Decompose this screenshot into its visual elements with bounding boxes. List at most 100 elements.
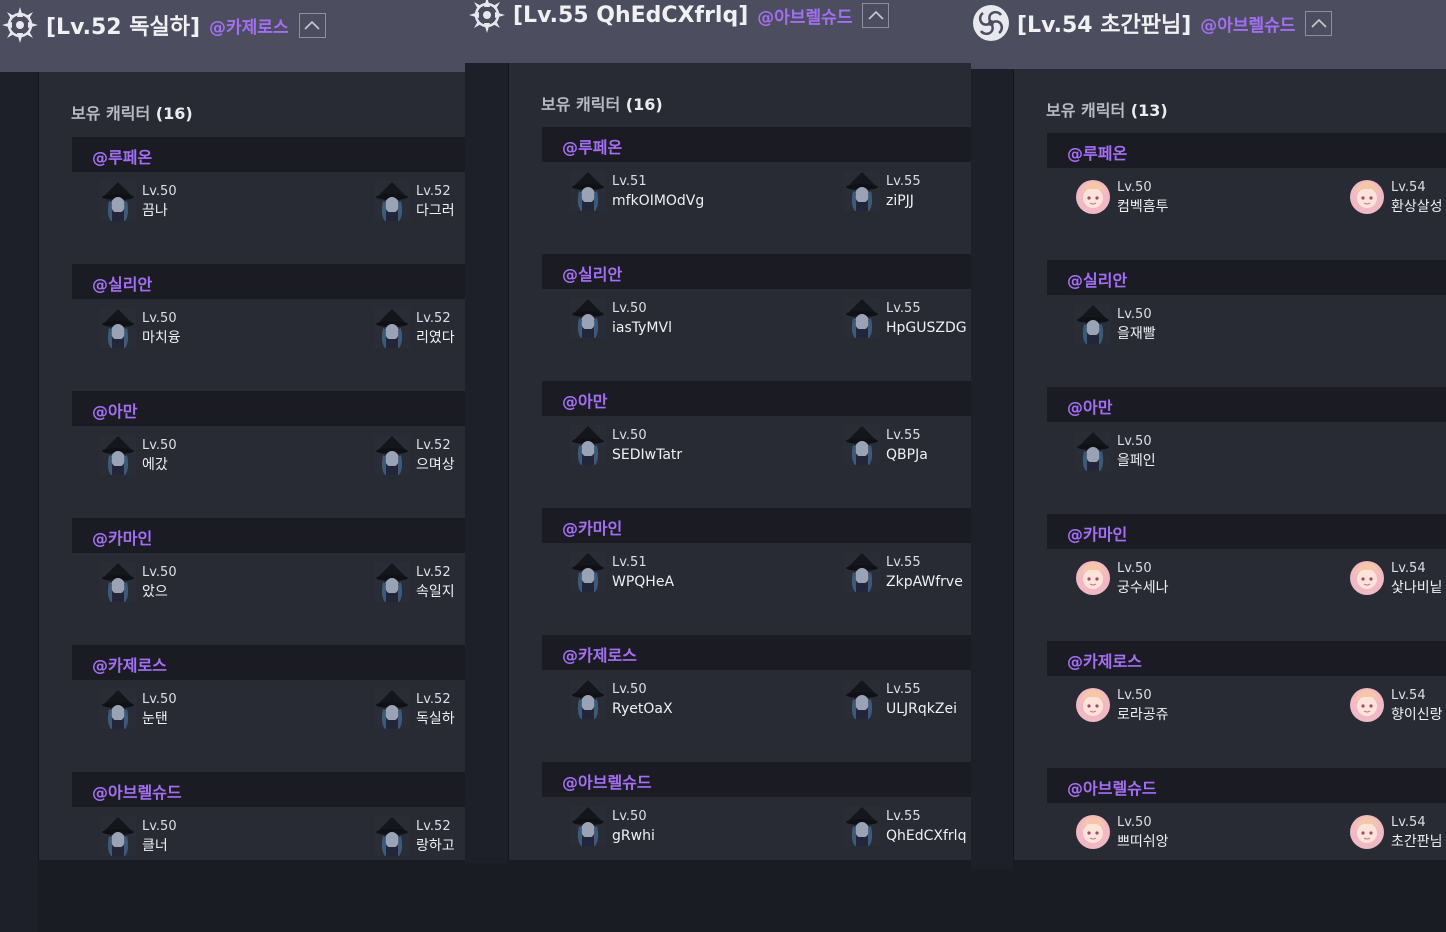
character-name: gRwhi: [612, 828, 655, 844]
profile-screenshot-1: [Lv.52 독실하] @카제로스 보유 캐릭터 (16) @루페온 Lv.50 끔…: [0, 0, 466, 932]
server-link[interactable]: @카제로스: [209, 13, 289, 38]
character-level: Lv.52: [416, 819, 451, 834]
character-card[interactable]: Lv.50 RyetOaX: [570, 679, 673, 719]
hooded-witch-avatar: [100, 562, 136, 602]
character-name: 샃나비닡: [1391, 580, 1443, 596]
server-group-header: @카제로스: [72, 645, 466, 680]
server-link[interactable]: @아브렐슈드: [757, 3, 852, 28]
hooded-witch-avatar: [570, 425, 606, 465]
character-name: 을재빨: [1117, 326, 1156, 342]
character-name: RyetOaX: [612, 701, 673, 717]
character-card[interactable]: Lv.54 향이신랑: [1349, 685, 1443, 725]
character-level: Lv.50: [142, 565, 177, 580]
hooded-witch-avatar: [374, 435, 410, 475]
character-card[interactable]: Lv.50 쁘띠쉬앙: [1075, 812, 1169, 852]
character-card[interactable]: Lv.52 독실하: [374, 689, 455, 729]
character-name: 으며상: [416, 457, 455, 473]
hooded-witch-avatar: [100, 689, 136, 729]
hooded-witch-avatar: [844, 679, 880, 719]
server-name[interactable]: @카제로스: [92, 652, 167, 676]
character-card[interactable]: Lv.55 QBPJa: [844, 425, 928, 465]
server-group: @카제로스 Lv.50 RyetOaX Lv.55 ULJRqkZei: [542, 635, 972, 762]
character-name: 컴벡흠투: [1117, 199, 1169, 215]
server-name[interactable]: @아브렐슈드: [92, 779, 182, 803]
character-card[interactable]: Lv.50 SEDIwTatr: [570, 425, 682, 465]
character-name: 로라공쥬: [1117, 707, 1169, 723]
character-card[interactable]: Lv.55 QhEdCXfrlq: [844, 806, 966, 846]
character-title: [Lv.54 초간판님]: [1017, 13, 1192, 38]
character-name: mfkOIMOdVg: [612, 193, 705, 209]
character-card[interactable]: Lv.54 초간판님: [1349, 812, 1443, 852]
server-name[interactable]: @카제로스: [562, 642, 637, 666]
server-group: @카마인 Lv.51 WPQHeA Lv.55 ZkpAWfrve: [542, 508, 972, 635]
character-card[interactable]: Lv.55 ULJRqkZei: [844, 679, 957, 719]
server-name[interactable]: @루페온: [92, 144, 152, 168]
hooded-witch-avatar: [844, 298, 880, 338]
character-level: Lv.50: [1117, 307, 1152, 322]
character-card[interactable]: Lv.51 mfkOIMOdVg: [570, 171, 704, 211]
server-name[interactable]: @아만: [1067, 394, 1112, 418]
character-card[interactable]: Lv.50 클너: [100, 816, 177, 856]
collapse-button[interactable]: [298, 12, 326, 38]
character-card[interactable]: Lv.52 으며상: [374, 435, 455, 475]
character-name: 다그러: [416, 203, 455, 219]
character-name: WPQHeA: [612, 574, 675, 590]
server-group-header: @루페온: [542, 127, 972, 162]
server-name[interactable]: @루페온: [562, 134, 622, 158]
character-card[interactable]: Lv.50 끔나: [100, 181, 177, 221]
server-name[interactable]: @실리안: [562, 261, 622, 285]
server-name[interactable]: @아만: [562, 388, 607, 412]
server-name[interactable]: @아만: [92, 398, 137, 422]
character-card[interactable]: Lv.50 았으: [100, 562, 177, 602]
character-card[interactable]: Lv.55 HpGUSZDG: [844, 298, 967, 338]
collapse-button[interactable]: [862, 2, 890, 28]
character-card[interactable]: Lv.55 ZkpAWfrve: [844, 552, 963, 592]
character-card[interactable]: Lv.50 을페인: [1075, 431, 1156, 471]
character-card[interactable]: Lv.52 속일지: [374, 562, 455, 602]
collapse-button[interactable]: [1305, 10, 1333, 36]
character-card[interactable]: Lv.52 다그러: [374, 181, 455, 221]
character-card[interactable]: Lv.54 환상살성: [1349, 177, 1443, 217]
character-card[interactable]: Lv.50 로라공쥬: [1075, 685, 1169, 725]
character-card[interactable]: Lv.50 에갔: [100, 435, 177, 475]
character-card[interactable]: Lv.54 샃나비닡: [1349, 558, 1443, 598]
character-level: Lv.55: [886, 809, 921, 824]
character-name: iasTyMVl: [612, 320, 672, 336]
character-card[interactable]: Lv.51 WPQHeA: [570, 552, 674, 592]
server-name[interactable]: @카제로스: [1067, 648, 1142, 672]
server-name[interactable]: @아브렐슈드: [1067, 775, 1157, 799]
character-list-panel: 보유 캐릭터 (16) @루페온 Lv.51 mfkOIMOdVg Lv.55 ziPJ…: [508, 63, 972, 860]
character-name: 초간판님: [1391, 834, 1443, 850]
hooded-witch-avatar: [1075, 431, 1111, 471]
server-name[interactable]: @아브렐슈드: [562, 769, 652, 793]
character-card[interactable]: Lv.52 랑하고: [374, 816, 455, 856]
server-name[interactable]: @카마인: [1067, 521, 1127, 545]
character-card[interactable]: Lv.50 iasTyMVl: [570, 298, 672, 338]
server-name[interactable]: @루페온: [1067, 140, 1127, 164]
server-name[interactable]: @실리안: [92, 271, 152, 295]
character-level: Lv.50: [612, 301, 647, 316]
hooded-witch-avatar: [844, 552, 880, 592]
character-card[interactable]: Lv.50 gRwhi: [570, 806, 655, 846]
character-card[interactable]: Lv.50 궁수세나: [1075, 558, 1169, 598]
server-name[interactable]: @실리안: [1067, 267, 1127, 291]
character-name: 았으: [142, 584, 168, 600]
character-card[interactable]: Lv.50 컴벡흠투: [1075, 177, 1169, 217]
server-link[interactable]: @아브렐슈드: [1200, 11, 1295, 36]
character-name: 클너: [142, 838, 168, 854]
pink-hair-girl-avatar: [1349, 558, 1385, 598]
character-card[interactable]: Lv.50 을재빨: [1075, 304, 1156, 344]
server-group-header: @실리안: [72, 264, 466, 299]
character-name: 끔나: [142, 203, 168, 219]
character-card[interactable]: Lv.52 리였다: [374, 308, 455, 348]
hooded-witch-avatar: [570, 679, 606, 719]
server-group: @카제로스 Lv.50 눈탠 Lv.52 독실하: [72, 645, 466, 772]
character-card[interactable]: Lv.55 ziPJJ: [844, 171, 921, 211]
character-card[interactable]: Lv.50 눈탠: [100, 689, 177, 729]
server-name[interactable]: @카마인: [92, 525, 152, 549]
server-name[interactable]: @카마인: [562, 515, 622, 539]
owned-characters-title: 보유 캐릭터 (16): [71, 104, 193, 123]
character-list-panel: 보유 캐릭터 (16) @루페온 Lv.50 끔나 Lv.52 다그러 @실리안 Lv.50…: [38, 72, 466, 860]
server-group: @실리안 Lv.50 마치융 Lv.52 리였다: [72, 264, 466, 391]
character-card[interactable]: Lv.50 마치융: [100, 308, 181, 348]
